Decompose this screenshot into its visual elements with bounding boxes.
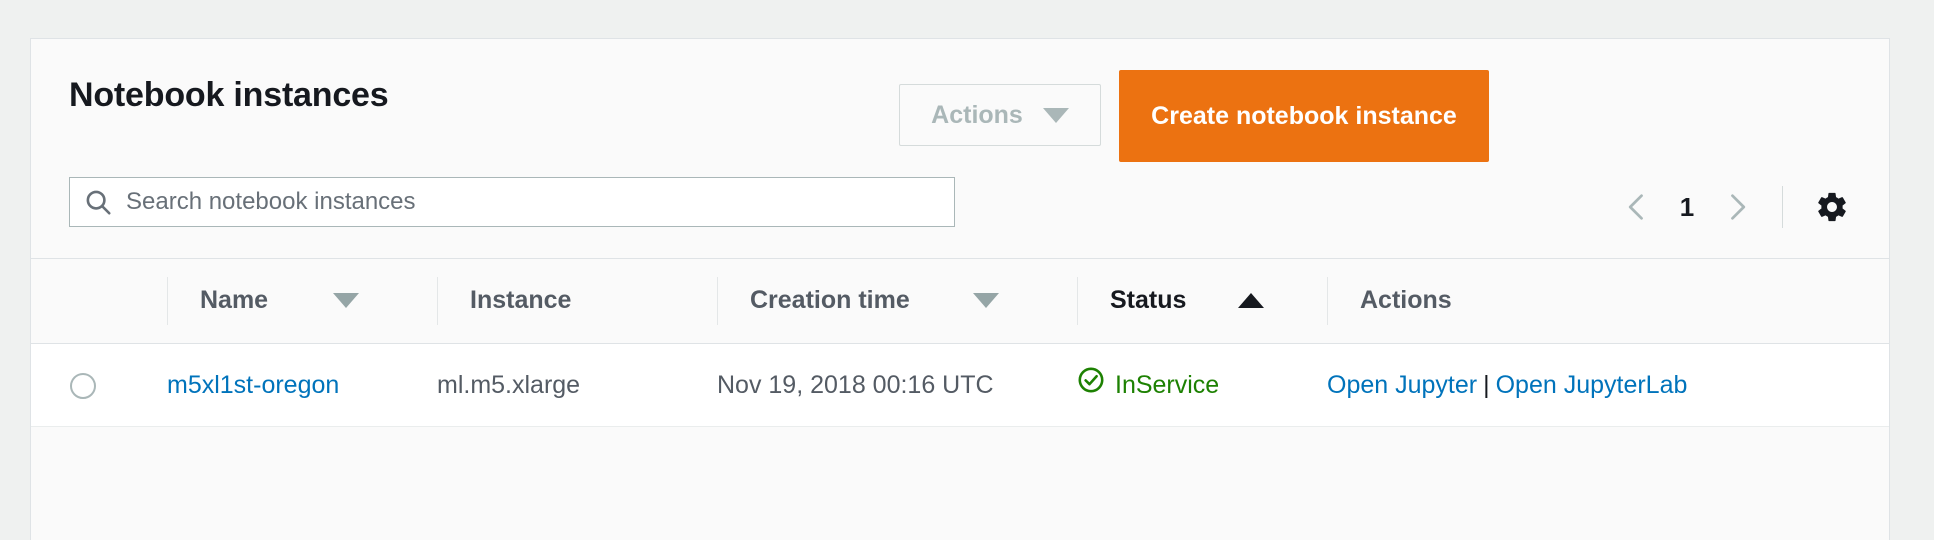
open-jupyter-link[interactable]: Open Jupyter <box>1327 371 1477 399</box>
table-toolbar: Notebook instances Actions Create notebo… <box>31 39 1889 259</box>
column-header-creation-time-label: Creation time <box>750 286 910 315</box>
open-jupyterlab-link[interactable]: Open JupyterLab <box>1496 371 1688 399</box>
actions-dropdown-button[interactable]: Actions <box>899 84 1101 146</box>
sort-descending-icon[interactable] <box>333 293 359 309</box>
sort-ascending-icon[interactable] <box>1238 293 1265 309</box>
status-badge: InService <box>1115 370 1220 399</box>
pagination-page-1[interactable]: 1 <box>1664 192 1710 223</box>
row-actions-cell: Open Jupyter | Open JupyterLab <box>1295 343 1889 427</box>
row-name-cell: m5xl1st-oregon <box>135 343 405 427</box>
column-header-name[interactable]: Name <box>135 259 405 344</box>
column-header-actions: Actions <box>1295 259 1889 344</box>
column-header-status[interactable]: Status <box>1045 259 1295 344</box>
column-header-creation-time[interactable]: Creation time <box>685 259 1045 344</box>
gear-icon[interactable] <box>1805 181 1859 233</box>
row-creation-time-cell: Nov 19, 2018 00:16 UTC <box>685 343 1045 427</box>
create-notebook-instance-button[interactable]: Create notebook instance <box>1119 70 1489 162</box>
chevron-left-icon[interactable] <box>1610 181 1664 233</box>
search-box[interactable] <box>69 177 955 227</box>
chevron-down-icon <box>1042 107 1069 123</box>
column-header-name-label: Name <box>200 286 269 315</box>
sort-descending-icon[interactable] <box>973 293 999 309</box>
toolbar-divider <box>1782 186 1783 228</box>
notebook-instances-table: Name Instance Creation time Status Actio… <box>31 259 1889 427</box>
row-select-cell <box>31 343 135 427</box>
app-root: Notebook instances Actions Create notebo… <box>0 0 1934 540</box>
table-header-row: Name Instance Creation time Status Actio… <box>31 259 1889 344</box>
row-instance-cell: ml.m5.xlarge <box>405 343 685 427</box>
column-header-instance[interactable]: Instance <box>405 259 685 344</box>
actions-separator: | <box>1483 370 1490 399</box>
actions-dropdown-label: Actions <box>931 100 1023 129</box>
column-header-instance-label: Instance <box>470 286 572 315</box>
column-header-select <box>31 259 135 344</box>
notebook-instances-card: Notebook instances Actions Create notebo… <box>30 38 1890 540</box>
table-row: m5xl1st-oregon ml.m5.xlarge Nov 19, 2018… <box>31 343 1889 427</box>
table-header: Name Instance Creation time Status Actio… <box>31 259 1889 344</box>
table-body: m5xl1st-oregon ml.m5.xlarge Nov 19, 2018… <box>31 343 1889 427</box>
notebook-instance-link[interactable]: m5xl1st-oregon <box>167 371 339 399</box>
column-header-actions-label: Actions <box>1360 286 1452 315</box>
search-input[interactable] <box>126 178 954 226</box>
check-circle-icon <box>1077 366 1105 404</box>
pagination: 1 <box>1610 181 1859 233</box>
row-status-cell: InService <box>1045 343 1295 427</box>
chevron-right-icon[interactable] <box>1710 181 1764 233</box>
row-radio-button[interactable] <box>70 372 96 399</box>
column-header-status-label: Status <box>1110 286 1187 315</box>
page-title: Notebook instances <box>69 76 389 114</box>
search-icon <box>70 187 126 217</box>
